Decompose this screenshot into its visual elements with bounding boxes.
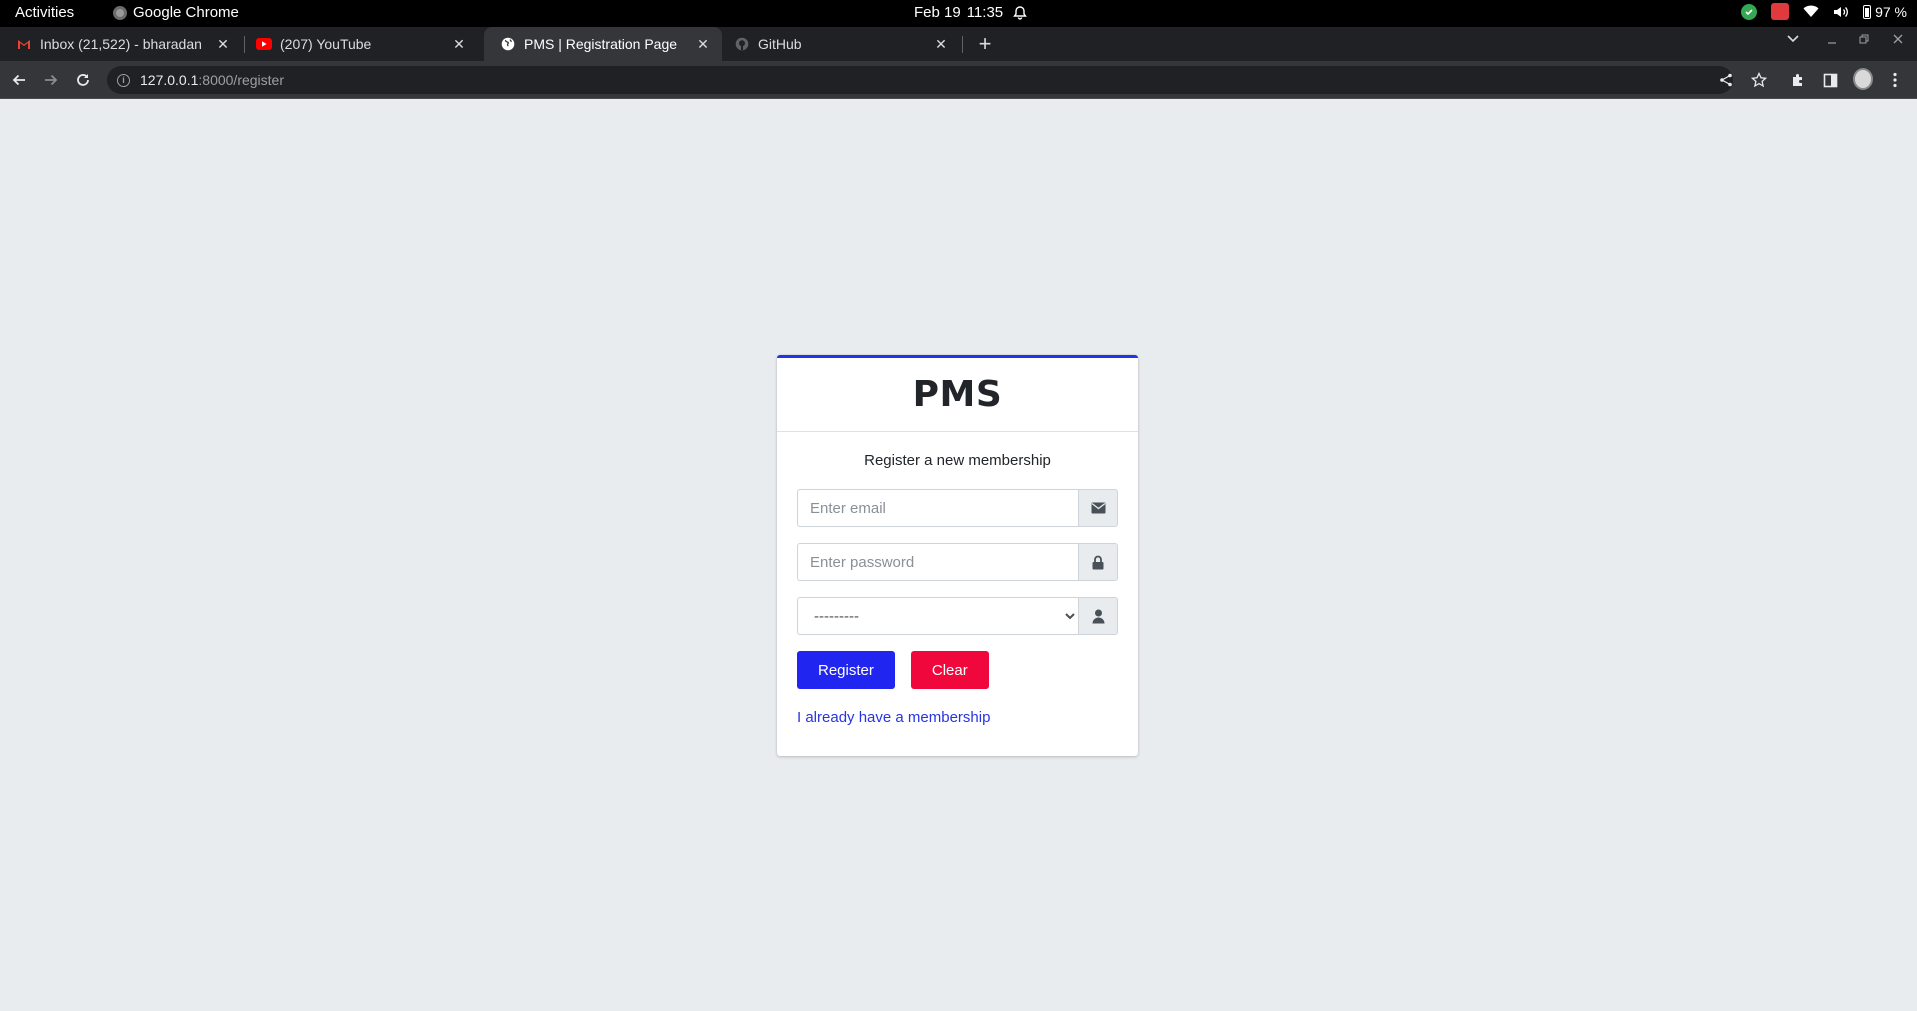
activities-button[interactable]: Activities — [15, 4, 74, 21]
login-link[interactable]: I already have a membership — [797, 709, 990, 726]
register-button[interactable]: Register — [797, 651, 895, 689]
system-tray[interactable]: 97 % — [1741, 3, 1907, 20]
menu-kebab-icon[interactable] — [1885, 70, 1905, 90]
app-menu[interactable]: Google Chrome — [113, 4, 239, 21]
battery-indicator[interactable]: 97 % — [1863, 4, 1907, 20]
tab-gmail[interactable]: Inbox (21,522) - bharadan ✕ — [0, 27, 242, 61]
close-icon[interactable]: ✕ — [450, 35, 468, 53]
back-arrow-icon[interactable] — [8, 69, 30, 91]
tab-youtube[interactable]: (207) YouTube ✕ — [240, 27, 478, 61]
card-header: PMS — [777, 358, 1138, 432]
address-bar[interactable]: i 127.0.0.1:8000/register — [107, 66, 1733, 94]
battery-percent: 97 % — [1875, 3, 1907, 20]
tab-registration[interactable]: PMS | Registration Page ✕ — [484, 27, 722, 61]
envelope-icon — [1078, 489, 1118, 527]
role-input-group: --------- — [797, 597, 1118, 635]
close-window-icon[interactable] — [1892, 33, 1904, 45]
tab-search-icon[interactable] — [1786, 34, 1800, 44]
role-select[interactable]: --------- — [797, 597, 1078, 635]
extensions-puzzle-icon[interactable] — [1788, 70, 1808, 90]
alarm-icon — [1013, 5, 1028, 20]
tab-title: Inbox (21,522) - bharadan — [40, 36, 202, 52]
browser-toolbar: i 127.0.0.1:8000/register — [0, 61, 1917, 99]
site-info-icon[interactable]: i — [117, 73, 130, 87]
tab-strip: Inbox (21,522) - bharadan ✕ (207) YouTub… — [0, 27, 1917, 61]
time-label: 11:35 — [966, 4, 1004, 21]
check-status-icon[interactable] — [1741, 3, 1758, 20]
email-field[interactable] — [797, 489, 1078, 527]
tab-separator — [962, 36, 963, 53]
volume-icon[interactable] — [1833, 5, 1849, 19]
tab-title: PMS | Registration Page — [524, 36, 678, 52]
password-input-group — [797, 543, 1118, 581]
app-name: Google Chrome — [133, 4, 239, 21]
url-host: 127.0.0.1 — [140, 72, 199, 88]
brand-logo-text[interactable]: PMS — [913, 374, 1003, 415]
date-label: Feb 19 — [914, 4, 961, 21]
tab-title: (207) YouTube — [280, 36, 372, 52]
restore-icon[interactable] — [1858, 33, 1870, 45]
tab-github[interactable]: GitHub ✕ — [718, 27, 960, 61]
button-row: Register Clear — [797, 651, 1118, 689]
minimize-icon[interactable] — [1826, 33, 1838, 45]
page-viewport: PMS Register a new membership --------- — [0, 100, 1917, 1011]
new-tab-button[interactable]: + — [973, 31, 997, 56]
user-icon — [1078, 597, 1118, 635]
close-icon[interactable]: ✕ — [214, 35, 232, 53]
profile-avatar[interactable] — [1853, 68, 1873, 90]
register-message: Register a new membership — [864, 452, 1051, 469]
battery-icon — [1863, 4, 1872, 19]
app-indicator-icon[interactable] — [1771, 3, 1790, 20]
lock-icon — [1078, 543, 1118, 581]
url-path: :8000/register — [198, 72, 284, 88]
github-icon — [734, 36, 750, 52]
close-icon[interactable]: ✕ — [694, 35, 712, 53]
tab-title: GitHub — [758, 36, 802, 52]
youtube-icon — [256, 36, 272, 52]
wifi-icon[interactable] — [1803, 5, 1819, 18]
chrome-icon — [113, 5, 127, 20]
clear-button[interactable]: Clear — [910, 651, 989, 689]
system-top-bar: Activities Google Chrome Feb 19 11:35 97… — [0, 0, 1917, 27]
clock[interactable]: Feb 19 11:35 — [914, 4, 1028, 21]
share-icon[interactable] — [1716, 70, 1736, 90]
forward-arrow-icon[interactable] — [40, 69, 62, 91]
gmail-icon — [16, 36, 32, 52]
card-body: Register a new membership --------- — [777, 432, 1138, 747]
email-input-group — [797, 489, 1118, 527]
close-icon[interactable]: ✕ — [932, 35, 950, 53]
reload-icon[interactable] — [72, 69, 94, 91]
bookmark-star-icon[interactable] — [1749, 70, 1769, 90]
side-panel-icon[interactable] — [1820, 70, 1840, 90]
register-card: PMS Register a new membership --------- — [777, 355, 1138, 756]
globe-icon — [500, 36, 516, 52]
password-field[interactable] — [797, 543, 1078, 581]
